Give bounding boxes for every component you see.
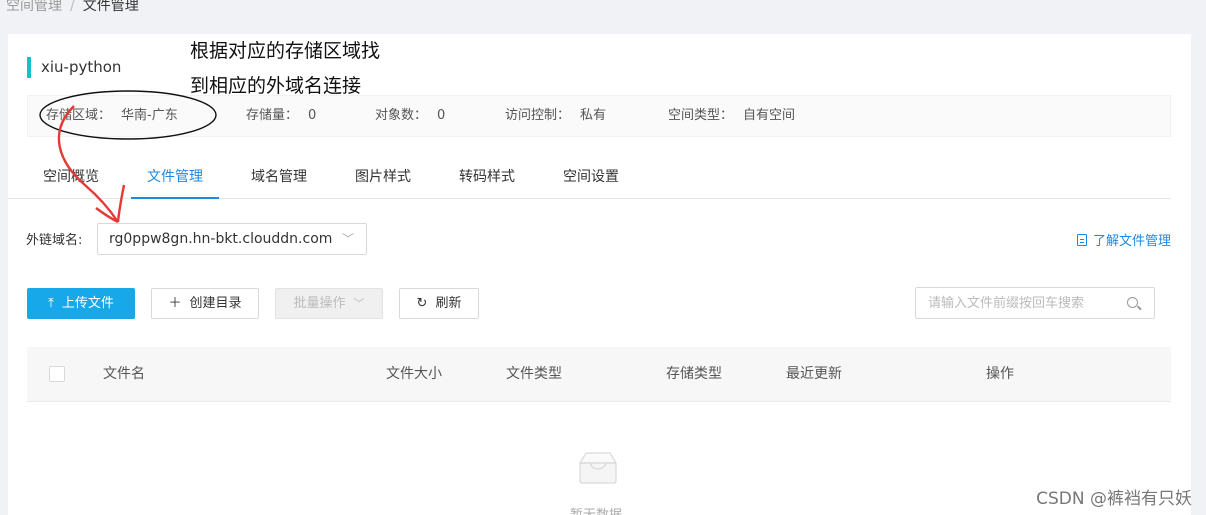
info-objects: 对象数： 0: [375, 96, 445, 136]
learn-file-management-label: 了解文件管理: [1092, 234, 1171, 249]
breadcrumb: 空间管理 / 文件管理: [6, 0, 139, 15]
info-objects-value: 0: [437, 108, 446, 123]
chevron-down-icon: ﹀: [341, 232, 354, 246]
info-type: 空间类型： 自有空间: [668, 96, 795, 136]
select-all-checkbox[interactable]: [49, 366, 65, 382]
batch-operation-label: 批量操作: [293, 296, 346, 311]
document-icon: [1076, 234, 1087, 246]
tab-transcode-style[interactable]: 转码样式: [459, 164, 515, 199]
upload-file-label: 上传文件: [61, 296, 114, 311]
tab-bucket-settings[interactable]: 空间设置: [563, 164, 619, 199]
bucket-panel: xiu-python 存储区域： 华南-广东 存储量： 0 对象数： 0 访问控制： 私…: [8, 34, 1191, 515]
info-region-label: 存储区域：: [46, 108, 112, 123]
domain-select-value: rg0ppw8gn.hn-bkt.clouddn.com: [109, 231, 333, 247]
plus-icon: ＋: [168, 296, 182, 311]
file-table-header: 文件名 文件大小 文件类型 存储类型 最近更新 操作: [27, 347, 1171, 402]
empty-state-text: 暂无数据: [570, 504, 622, 515]
inbox-icon: [578, 452, 618, 484]
create-directory-button[interactable]: ＋ 创建目录: [151, 288, 259, 319]
watermark: CSDN @裤裆有只妖: [1036, 489, 1192, 509]
tab-bar: 空间概览 文件管理 域名管理 图片样式 转码样式 空间设置: [8, 164, 1171, 199]
bucket-info-bar: 存储区域： 华南-广东 存储量： 0 对象数： 0 访问控制： 私有 空间类型： 自有空间: [27, 95, 1171, 137]
column-file-type[interactable]: 文件类型: [506, 347, 562, 402]
info-storage-value: 0: [308, 108, 317, 123]
tab-file-management[interactable]: 文件管理: [131, 164, 219, 199]
info-access-label: 访问控制：: [505, 108, 571, 123]
info-type-value: 自有空间: [743, 108, 796, 123]
tab-image-style[interactable]: 图片样式: [355, 164, 411, 199]
annotation-line-1: 根据对应的存储区域找: [190, 40, 381, 62]
column-last-updated[interactable]: 最近更新: [786, 347, 842, 402]
column-file-name[interactable]: 文件名: [103, 347, 145, 402]
column-actions: 操作: [986, 366, 1014, 382]
domain-select[interactable]: rg0ppw8gn.hn-bkt.clouddn.com ﹀: [97, 223, 367, 255]
info-storage-label: 存储量：: [246, 108, 299, 123]
info-region-value: 华南-广东: [121, 108, 178, 123]
info-storage: 存储量： 0: [246, 96, 316, 136]
breadcrumb-separator: /: [70, 0, 75, 14]
refresh-icon: ↻: [416, 296, 428, 311]
info-objects-label: 对象数：: [375, 108, 428, 123]
upload-file-button[interactable]: ⤒ 上传文件: [27, 288, 135, 319]
refresh-button[interactable]: ↻ 刷新: [399, 288, 479, 319]
column-storage-type[interactable]: 存储类型: [666, 347, 722, 402]
info-region: 存储区域： 华南-广东: [46, 96, 178, 136]
upload-icon: ⤒: [48, 296, 54, 311]
column-file-size[interactable]: 文件大小: [386, 347, 442, 402]
learn-file-management-link[interactable]: 了解文件管理: [1076, 230, 1171, 249]
chevron-down-icon: ﹀: [353, 297, 365, 310]
tab-overview[interactable]: 空间概览: [43, 164, 99, 199]
search-icon[interactable]: [1127, 297, 1138, 308]
annotation-line-2: 到相应的外域名连接: [190, 75, 362, 97]
tab-domain-management[interactable]: 域名管理: [251, 164, 307, 199]
create-directory-label: 创建目录: [189, 296, 242, 311]
batch-operation-button[interactable]: 批量操作 ﹀: [275, 288, 383, 319]
breadcrumb-current: 文件管理: [82, 0, 139, 14]
info-access-value: 私有: [580, 108, 607, 123]
file-search-box: [915, 287, 1155, 319]
info-access: 访问控制： 私有: [505, 96, 606, 136]
refresh-label: 刷新: [435, 296, 462, 311]
domain-label: 外链域名:: [26, 233, 83, 248]
info-type-label: 空间类型：: [668, 108, 734, 123]
file-prefix-search-input[interactable]: [916, 288, 1116, 318]
bucket-title: xiu-python: [27, 57, 121, 78]
breadcrumb-parent[interactable]: 空间管理: [6, 0, 62, 14]
